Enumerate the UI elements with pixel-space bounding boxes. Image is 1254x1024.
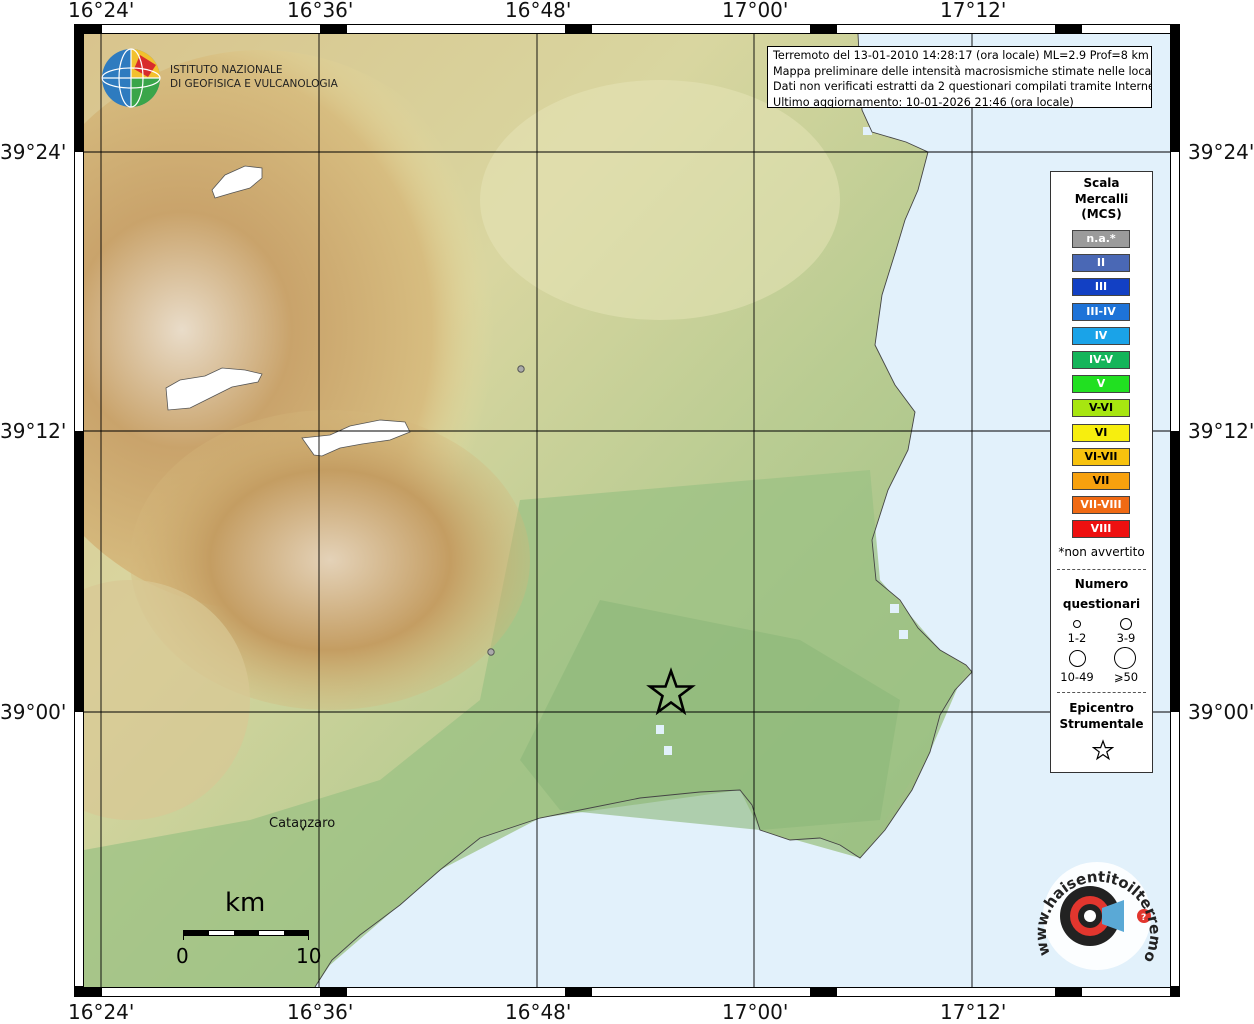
legend-swatch: IV	[1072, 326, 1130, 345]
lat-label-right-3: 39°00'	[1188, 700, 1254, 724]
lat-label-right-2: 39°12'	[1188, 419, 1254, 443]
count-symbol-1-2	[1073, 620, 1081, 628]
count-label-1-2: 1-2	[1067, 631, 1087, 645]
lon-label-bottom-2: 16°36'	[287, 1000, 354, 1024]
lon-label-top-5: 17°12'	[940, 0, 1007, 22]
legend-swatch: VI-VII	[1072, 447, 1130, 466]
count-symbol-3-9	[1120, 618, 1132, 630]
lat-label-left-3: 39°00'	[0, 700, 67, 724]
legend-swatch: VIII	[1072, 520, 1130, 539]
legend-epicentre-line2: Strumentale	[1059, 716, 1144, 731]
lat-label-right-1: 39°24'	[1188, 140, 1254, 164]
city-label: Catanzaro	[269, 816, 336, 831]
legend-panel: Scala Mercalli (MCS) n.a.* II III III-IV IV I…	[1050, 171, 1153, 773]
count-symbol-50	[1114, 647, 1136, 669]
lon-label-top-2: 16°36'	[287, 0, 354, 22]
legend-separator-2	[1057, 692, 1146, 693]
legend-title-line2: Mercalli	[1074, 191, 1129, 206]
info-line-4: Ultimo aggiornamento: 10-01-2026 21:46 (…	[773, 95, 1074, 108]
earthquake-info-box: Terremoto del 13-01-2010 14:28:17 (ora l…	[767, 46, 1152, 108]
legend-title-line3: (MCS)	[1081, 207, 1122, 221]
hsit-logo: ? www.haisentitoilterremoto.it	[1032, 858, 1162, 976]
lat-label-left-2: 39°12'	[0, 419, 67, 443]
scalebar-start-label: 0	[176, 944, 189, 968]
legend-count-title-line2: questionari	[1062, 597, 1141, 611]
lat-label-left-1: 39°24'	[0, 140, 67, 164]
lon-label-top-4: 17°00'	[722, 0, 789, 22]
count-label-50: ⩾50	[1113, 670, 1139, 684]
legend-na-note: *non avvertito	[1058, 545, 1145, 559]
info-line-3: Dati non verificati estratti da 2 questi…	[773, 80, 1152, 94]
legend-swatch: V-VI	[1072, 399, 1130, 418]
scalebar-unit: km	[225, 888, 266, 918]
ingv-name-line2: DI GEOFISICA E VULCANOLOGIA	[170, 78, 338, 90]
scalebar	[183, 930, 309, 936]
count-label-10-49: 10-49	[1060, 670, 1094, 684]
lon-label-top-1: 16°24'	[68, 0, 135, 22]
legend-swatch: II	[1072, 254, 1130, 273]
locality-marker	[487, 648, 495, 656]
svg-text:www.haisentitoilterremoto.it: www.haisentitoilterremoto.it	[1032, 858, 1162, 965]
count-label-3-9: 3-9	[1116, 631, 1136, 645]
ingv-globe-icon	[101, 48, 161, 108]
legend-swatch: IV-V	[1072, 351, 1130, 369]
map-frame-bottom	[74, 987, 1180, 997]
legend-count-title: Numero questionari	[1051, 574, 1152, 614]
legend-title-line1: Scala	[1083, 176, 1120, 190]
legend-epicentre-title: Epicentro Strumentale	[1051, 701, 1152, 732]
lon-label-bottom-1: 16°24'	[68, 1000, 135, 1024]
lon-label-top-3: 16°48'	[505, 0, 572, 22]
locality-marker	[517, 365, 525, 373]
legend-swatch: V	[1072, 375, 1130, 394]
ingv-logo: ISTITUTO NAZIONALE DI GEOFISICA E VULCAN…	[100, 47, 338, 109]
scalebar-end-label: 10	[296, 944, 322, 968]
legend-swatch: VI	[1072, 423, 1130, 442]
legend-swatch: n.a.*	[1072, 230, 1130, 248]
hsit-url-text: www.haisentitoilterremoto.it	[1032, 858, 1162, 965]
ingv-name-line1: ISTITUTO NAZIONALE	[170, 64, 283, 76]
legend-title: Scala Mercalli (MCS)	[1051, 176, 1152, 223]
lon-label-bottom-5: 17°12'	[940, 1000, 1007, 1024]
count-symbol-10-49	[1069, 650, 1086, 667]
info-line-1: Terremoto del 13-01-2010 14:28:17 (ora l…	[773, 49, 1149, 62]
legend-separator	[1057, 569, 1146, 570]
legend-swatch: III-IV	[1072, 302, 1130, 321]
legend-count-title-line1: Numero	[1074, 577, 1129, 591]
map-canvas	[84, 34, 1170, 987]
lon-label-bottom-4: 17°00'	[722, 1000, 789, 1024]
legend-swatch: III	[1072, 278, 1130, 297]
legend-star-icon	[1092, 739, 1114, 761]
info-line-2: Mappa preliminare delle intensità macros…	[773, 64, 1152, 78]
legend-swatch: VII	[1072, 472, 1130, 490]
legend-epicentre-line1: Epicentro	[1069, 701, 1134, 715]
lon-label-bottom-3: 16°48'	[505, 1000, 572, 1024]
legend-swatch: VII-VIII	[1072, 496, 1130, 515]
map-frame-top	[74, 24, 1180, 34]
